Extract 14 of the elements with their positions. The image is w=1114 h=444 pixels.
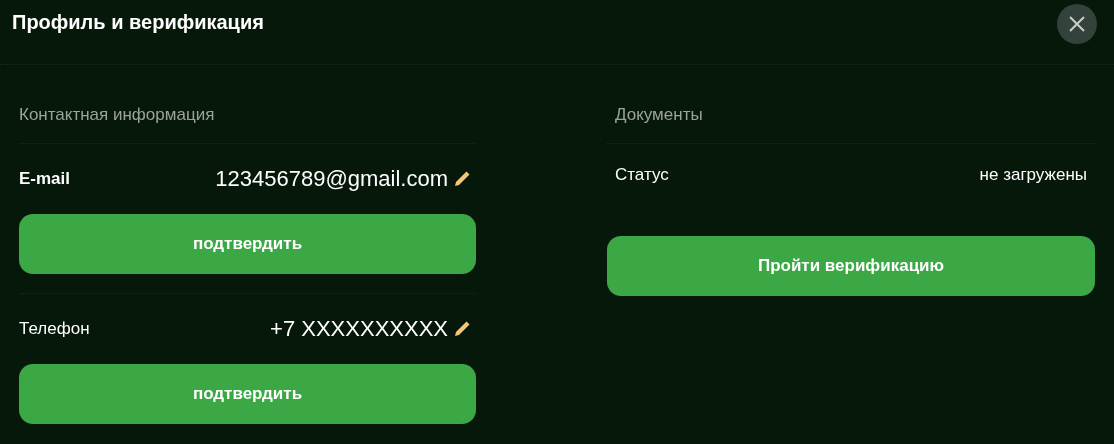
verify-button[interactable]: Пройти верификацию xyxy=(607,235,1095,296)
status-value: не загружены xyxy=(979,163,1087,186)
confirm-button[interactable]: подтвердить xyxy=(19,213,476,274)
section-heading: Контактная информация xyxy=(19,105,215,124)
window-title: Профиль и верификация xyxy=(12,10,264,35)
field-value: +7 XXXXXXXXXX xyxy=(270,315,448,343)
close-icon xyxy=(1068,15,1086,33)
field-label: E-mail xyxy=(19,167,71,190)
field-value: 123456789@gmail.com xyxy=(215,165,448,193)
section-heading: Документы xyxy=(615,105,703,124)
close-button[interactable] xyxy=(1057,4,1097,44)
status-label: Статус xyxy=(615,163,669,186)
confirm-button[interactable]: подтвердить xyxy=(19,363,476,424)
field-label: Телефон xyxy=(19,317,90,340)
